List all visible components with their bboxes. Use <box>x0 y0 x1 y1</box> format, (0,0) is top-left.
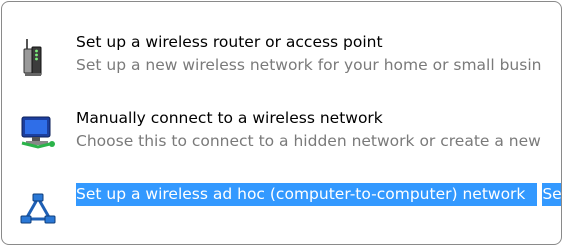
option-description: Set up a temporary network for sharing f… <box>542 183 561 206</box>
option-title: Set up a wireless router or access point <box>76 33 383 51</box>
network-computer-icon <box>18 113 58 153</box>
option-description: Choose this to connect to a hidden netwo… <box>76 132 541 150</box>
option-text: Set up a wireless router or access point… <box>76 31 541 77</box>
option-title: Set up a wireless ad hoc (computer-to-co… <box>76 183 538 206</box>
wireless-options-list: Set up a wireless router or access point… <box>1 1 562 245</box>
option-ad-hoc-network[interactable]: Set up a wireless ad hoc (computer-to-co… <box>2 183 561 229</box>
option-manual-connect[interactable]: Manually connect to a wireless network C… <box>2 107 561 153</box>
option-text: Manually connect to a wireless network C… <box>76 107 541 153</box>
option-description: Set up a new wireless network for your h… <box>76 56 542 74</box>
ad-hoc-network-icon <box>18 189 58 229</box>
option-wireless-router[interactable]: Set up a wireless router or access point… <box>2 31 561 77</box>
option-title: Manually connect to a wireless network <box>76 109 383 127</box>
wireless-router-icon <box>18 37 58 77</box>
option-text: Set up a wireless ad hoc (computer-to-co… <box>76 183 561 206</box>
